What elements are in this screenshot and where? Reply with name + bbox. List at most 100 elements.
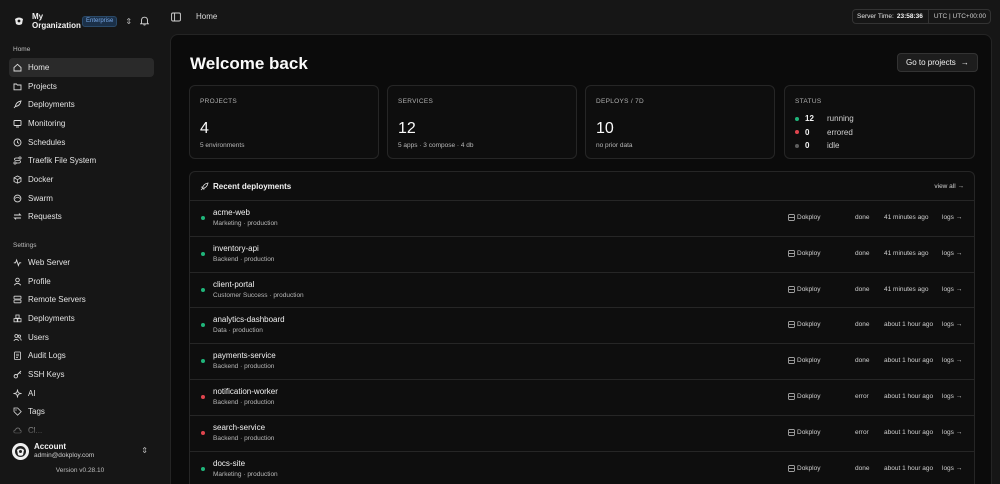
server-icon	[788, 464, 795, 472]
sidebar-item-label: SSH Keys	[28, 369, 65, 379]
sparkles-icon	[13, 388, 22, 398]
org-switcher[interactable]: My Organization Enterprise ⇕	[8, 8, 156, 34]
go-to-projects-button[interactable]: Go to projects →	[897, 53, 978, 72]
boxes-icon	[13, 314, 22, 323]
org-logo-icon	[12, 14, 26, 28]
deployment-meta: Marketing · production	[213, 470, 278, 478]
key-icon	[13, 370, 22, 379]
sidebar-item-label: Swarm	[28, 193, 53, 203]
deployment-name[interactable]: analytics-dashboard	[213, 315, 285, 324]
breadcrumb[interactable]: Home	[196, 12, 217, 21]
sidebar-item-label: Deployments	[28, 100, 75, 110]
deployment-time: 41 minutes ago	[884, 249, 929, 257]
deployment-name[interactable]: notification-worker	[213, 387, 278, 396]
deployment-row[interactable]: acme-web Marketing · production Dokploy don…	[190, 201, 974, 237]
deployment-row[interactable]: payments-service Backend · production Dokp…	[190, 344, 974, 380]
home-section-label: Home	[13, 46, 31, 53]
deployment-state: done	[855, 249, 870, 257]
sidebar-item-traefik-file-system[interactable]: Traefik File System	[9, 151, 154, 170]
recent-deployments-header: Recent deployments view all →	[190, 172, 974, 201]
server-time-label: Server Time:	[857, 13, 894, 20]
chevrons-up-down-icon: ⇕	[141, 446, 148, 455]
server-icon	[788, 429, 795, 436]
server-icon	[13, 295, 22, 304]
card-subtext: 5 environments	[200, 142, 245, 149]
logs-link[interactable]: logs →	[942, 429, 962, 436]
sidebar-item-tags[interactable]: Tags	[9, 403, 154, 422]
deployment-name[interactable]: payments-service	[213, 351, 276, 360]
sidebar-item-profile[interactable]: Profile	[9, 272, 154, 291]
deployment-status-dot	[201, 287, 205, 292]
sidebar-item-docker[interactable]: Docker	[9, 170, 154, 189]
deployment-name[interactable]: acme-web	[213, 208, 250, 217]
deployment-name[interactable]: inventory-api	[213, 244, 259, 253]
recent-deployments-title: Recent deployments	[213, 181, 292, 191]
sidebar-item-remote-servers[interactable]: Remote Servers	[9, 290, 154, 309]
status-list: 12 running 0 errored 0 idle	[795, 112, 854, 153]
box-icon	[13, 175, 22, 184]
logs-link[interactable]: logs →	[942, 214, 962, 221]
deployment-row[interactable]: inventory-api Backend · production Dokploy…	[190, 237, 974, 273]
deployment-name[interactable]: client-portal	[213, 280, 254, 289]
sidebar-item-deployments[interactable]: Deployments	[9, 95, 154, 114]
sidebar-item-monitoring[interactable]: Monitoring	[9, 114, 154, 133]
logs-link[interactable]: logs →	[942, 393, 962, 400]
status-dot	[795, 143, 799, 148]
sidebar-item-label: Projects	[28, 81, 57, 91]
sidebar-item-requests[interactable]: Requests	[9, 208, 154, 227]
status-row: 12 running	[795, 112, 854, 126]
account-email: admin@dokploy.com	[34, 452, 95, 459]
deployment-state: done	[855, 214, 870, 221]
status-dot	[795, 130, 799, 135]
deployment-row[interactable]: analytics-dashboard Data · production Dokp…	[190, 308, 974, 345]
sidebar-item-home[interactable]: Home	[9, 58, 154, 77]
sidebar-item-audit-logs[interactable]: Audit Logs	[9, 346, 154, 365]
card-label: STATUS	[795, 98, 822, 105]
sidebar-item-ai[interactable]: AI	[9, 384, 154, 403]
sidebar-item-deployments[interactable]: Deployments	[9, 309, 154, 328]
deployment-row[interactable]: notification-worker Backend · production D…	[190, 380, 974, 416]
account-menu[interactable]: Account admin@dokploy.com ⇕	[9, 438, 154, 464]
sidebar-item-projects[interactable]: Projects	[9, 77, 154, 96]
deployment-server-name: Dokploy	[797, 321, 821, 329]
view-all-link[interactable]: view all →	[934, 183, 964, 190]
logs-link[interactable]: logs →	[942, 321, 962, 328]
deployment-row[interactable]: docs-site Marketing · production Dokploy do…	[190, 452, 974, 484]
timezone-label: UTC | UTC+00:00	[933, 13, 986, 20]
logs-link[interactable]: logs →	[942, 286, 962, 293]
log-icon	[13, 351, 22, 361]
server-icon	[788, 250, 795, 257]
sidebar-item-swarm[interactable]: Swarm	[9, 189, 154, 208]
deployment-time: about 1 hour ago	[884, 321, 934, 329]
sidebar-item-label: Schedules	[28, 137, 66, 147]
deployment-name[interactable]: search-service	[213, 423, 265, 432]
sidebar-item-schedules[interactable]: Schedules	[9, 133, 154, 152]
server-icon	[788, 321, 795, 329]
account-title: Account	[34, 442, 66, 451]
deployment-meta: Customer Success · production	[213, 291, 304, 299]
logs-link[interactable]: logs →	[942, 465, 962, 472]
logs-link[interactable]: logs →	[942, 357, 962, 364]
bell-icon[interactable]	[139, 16, 152, 28]
deployment-row[interactable]: search-service Backend · production Dokplo…	[190, 416, 974, 452]
sidebar-item-label: Tags	[28, 407, 45, 417]
go-to-projects-label: Go to projects	[906, 58, 956, 67]
status-count: 0	[805, 141, 810, 151]
deployment-name[interactable]: docs-site	[213, 459, 245, 468]
server-icon	[788, 357, 795, 364]
sidebar-item-ssh-keys[interactable]: SSH Keys	[9, 365, 154, 384]
deployment-server: Dokploy	[788, 465, 820, 472]
home-icon	[13, 63, 22, 72]
version-label: Version v0.28.10	[55, 467, 105, 474]
rocket-icon	[13, 100, 22, 109]
sidebar-item-label: Web Server	[28, 257, 71, 267]
sidebar-toggle-icon[interactable]	[171, 12, 181, 22]
sidebar-item-users[interactable]: Users	[9, 328, 154, 347]
services-card: SERVICES 12 5 apps · 3 compose · 4 db	[387, 85, 577, 159]
sidebar-item-web-server[interactable]: Web Server	[9, 253, 154, 272]
deployment-server: Dokploy	[788, 357, 820, 364]
logs-link[interactable]: logs →	[942, 250, 962, 257]
deployment-row[interactable]: client-portal Customer Success · producti…	[190, 273, 974, 309]
sidebar-item-label: Deployments	[28, 313, 75, 323]
card-label: PROJECTS	[200, 98, 238, 105]
